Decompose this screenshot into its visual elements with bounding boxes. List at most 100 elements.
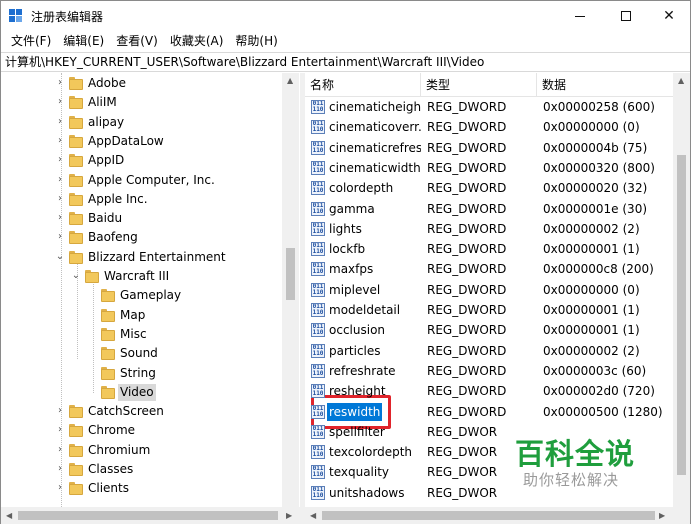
value-row[interactable]: 011 110 cinematicwidth REG_DWORD 0x00000320 … [305, 158, 673, 178]
values-vertical-scrollbar[interactable]: ▲ [673, 73, 690, 507]
tree-item[interactable]: › Clients [1, 479, 286, 498]
value-row[interactable]: 011 110 modeldetail REG_DWORD 0x00000001 (1) [305, 300, 673, 320]
chevron-down-icon[interactable]: ⌄ [71, 270, 81, 282]
tree-item-label: alipay [88, 114, 125, 129]
tree-item[interactable]: › CatchScreen [1, 402, 286, 421]
chevron-right-icon[interactable]: › [55, 482, 65, 494]
chevron-right-icon[interactable]: › [55, 174, 65, 186]
tree-item[interactable]: › Baofeng [1, 228, 286, 247]
value-row[interactable]: 011 110 cinematicoverr... REG_DWORD 0x000000… [305, 117, 673, 137]
chevron-right-icon[interactable]: › [55, 424, 65, 436]
value-name: occlusion [329, 323, 386, 338]
value-row[interactable]: 011 110 colordepth REG_DWORD 0x00000020 (32) [305, 178, 673, 198]
value-row[interactable]: 011 110 cinematicrefresh REG_DWORD 0x0000004… [305, 138, 673, 158]
value-row[interactable]: 011 110 cinematicheight REG_DWORD 0x00000258… [305, 97, 673, 117]
tree-item[interactable]: ⌄ Blizzard Entertainment [1, 248, 286, 267]
chevron-right-icon[interactable]: › [55, 135, 65, 147]
folder-icon [69, 154, 83, 168]
tree-item[interactable]: › Adobe [1, 74, 286, 93]
menu-item-3[interactable]: 收藏夹(A) [164, 31, 230, 51]
chevron-right-icon[interactable]: › [55, 116, 65, 128]
tree-vertical-scroll-thumb[interactable] [286, 248, 295, 300]
scroll-left-icon[interactable]: ◀ [310, 511, 316, 520]
chevron-right-icon[interactable]: › [55, 463, 65, 475]
scroll-left-icon[interactable]: ◀ [6, 511, 12, 520]
chevron-right-icon[interactable]: › [55, 405, 65, 417]
scroll-right-icon[interactable]: ▶ [286, 511, 292, 520]
menu-bar: 文件(F) 编辑(E) 查看(V) 收藏夹(A) 帮助(H) [1, 31, 690, 51]
value-name: miplevel [329, 282, 381, 297]
value-type: REG_DWORD [427, 363, 507, 378]
reg-dword-icon: 011 110 [311, 160, 325, 175]
maximize-button[interactable] [603, 1, 649, 31]
scroll-right-icon[interactable]: ▶ [659, 511, 665, 520]
tree-item[interactable]: Gameplay [1, 286, 286, 305]
tree-item[interactable]: › AppDataLow [1, 132, 286, 151]
value-name: texquality [329, 465, 390, 480]
tree-item[interactable]: › Apple Computer, Inc. [1, 171, 286, 190]
value-row[interactable]: 011 110 lockfb REG_DWORD 0x00000001 (1) [305, 239, 673, 259]
value-type: REG_DWORD [427, 140, 507, 155]
tree-item[interactable]: › Apple Inc. [1, 190, 286, 209]
tree-item[interactable]: › Classes [1, 460, 286, 479]
value-type: REG_DWORD [427, 120, 507, 135]
close-button[interactable]: ✕ [646, 1, 691, 31]
scroll-up-icon[interactable]: ▲ [287, 76, 293, 85]
tree-item[interactable]: ⌄ Warcraft III [1, 267, 286, 286]
chevron-right-icon[interactable]: › [55, 193, 65, 205]
chevron-right-icon[interactable]: › [55, 444, 65, 456]
chevron-right-icon[interactable]: › [55, 154, 65, 166]
chevron-right-icon[interactable]: › [55, 77, 65, 89]
tree-item[interactable]: Video [1, 383, 286, 402]
title-bar[interactable]: 注册表编辑器 ✕ [1, 1, 690, 31]
tree-item[interactable]: › AliIM [1, 93, 286, 112]
tree-item[interactable]: › alipay [1, 113, 286, 132]
tree-horizontal-scrollbar[interactable]: ◀ ▶ [1, 507, 300, 524]
scroll-up-icon[interactable]: ▲ [678, 76, 684, 85]
value-data: 0x0000003c (60) [543, 363, 647, 378]
tree-horizontal-scroll-thumb[interactable] [18, 511, 278, 520]
tree-item[interactable]: › AppID [1, 151, 286, 170]
value-row[interactable]: 011 110 reswidth REG_DWORD 0x00000500 (1280) [305, 402, 673, 422]
key-tree-pane[interactable]: › Adobe › AliIM › alipay › AppDataLow › AppID › App… [1, 73, 300, 507]
value-row[interactable]: 011 110 maxfps REG_DWORD 0x000000c8 (200) [305, 259, 673, 279]
values-horizontal-scrollbar[interactable]: ◀ ▶ [305, 507, 673, 524]
chevron-right-icon[interactable]: › [55, 96, 65, 108]
tree-vertical-scrollbar[interactable]: ▲ [282, 73, 299, 507]
menu-item-4[interactable]: 帮助(H) [229, 31, 283, 51]
value-row[interactable]: 011 110 refreshrate REG_DWORD 0x0000003c (60… [305, 361, 673, 381]
tree-item[interactable]: Sound [1, 344, 286, 363]
reg-dword-icon: 011 110 [311, 100, 325, 114]
value-row[interactable]: 011 110 lights REG_DWORD 0x00000002 (2) [305, 219, 673, 239]
column-header-type[interactable]: 类型 [421, 73, 537, 97]
menu-item-2[interactable]: 查看(V) [110, 31, 164, 51]
tree-item-label: Chromium [88, 442, 151, 457]
tree-item[interactable]: Misc [1, 325, 286, 344]
chevron-right-icon[interactable]: › [55, 231, 65, 243]
values-vertical-scroll-thumb[interactable] [677, 155, 686, 475]
value-row[interactable]: 011 110 resheight REG_DWORD 0x000002d0 (720) [305, 381, 673, 401]
menu-item-0[interactable]: 文件(F) [5, 31, 57, 51]
value-row[interactable]: 011 110 occlusion REG_DWORD 0x00000001 (1) [305, 320, 673, 340]
value-row[interactable]: 011 110 gamma REG_DWORD 0x0000001e (30) [305, 199, 673, 219]
minimize-button[interactable] [557, 1, 603, 31]
tree-item-label: AppDataLow [88, 133, 164, 148]
tree-item-label: Blizzard Entertainment [88, 249, 226, 264]
value-type: REG_DWORD [427, 221, 507, 236]
menu-item-1[interactable]: 编辑(E) [57, 31, 110, 51]
value-type: REG_DWORD [427, 384, 507, 399]
tree-item[interactable]: › Chromium [1, 441, 286, 460]
address-bar[interactable]: 计算机\HKEY_CURRENT_USER\Software\Blizzard … [1, 52, 690, 72]
values-horizontal-scroll-thumb[interactable] [322, 511, 655, 520]
column-header-name[interactable]: 名称 [305, 73, 421, 97]
tree-item[interactable]: › Baidu [1, 209, 286, 228]
tree-item[interactable]: › Chrome [1, 421, 286, 440]
chevron-right-icon[interactable]: › [55, 212, 65, 224]
value-name: gamma [329, 201, 375, 216]
column-header-data[interactable]: 数据 [537, 73, 673, 97]
tree-item[interactable]: String [1, 364, 286, 383]
chevron-down-icon[interactable]: ⌄ [55, 251, 65, 263]
value-row[interactable]: 011 110 particles REG_DWORD 0x00000002 (2) [305, 341, 673, 361]
value-row[interactable]: 011 110 miplevel REG_DWORD 0x00000000 (0) [305, 280, 673, 300]
tree-item[interactable]: Map [1, 306, 286, 325]
